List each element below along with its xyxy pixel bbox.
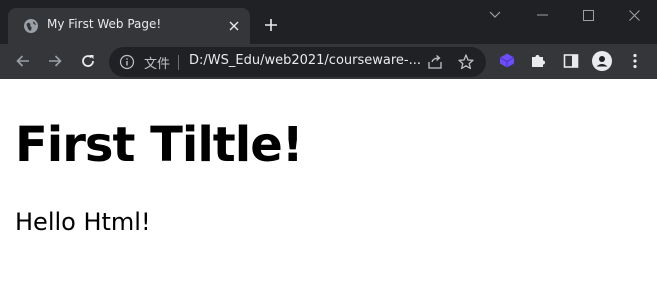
- chevron-down-icon[interactable]: [484, 4, 506, 26]
- globe-icon: [23, 18, 39, 34]
- info-icon[interactable]: [119, 54, 135, 70]
- star-icon[interactable]: [457, 53, 475, 71]
- active-tab[interactable]: My First Web Page!: [8, 8, 250, 44]
- reload-icon[interactable]: [76, 49, 100, 73]
- puzzle-icon[interactable]: [528, 51, 548, 71]
- close-icon[interactable]: [225, 17, 243, 35]
- toolbar: 文件 D:/WS_Edu/web2021/courseware-...: [0, 44, 657, 79]
- site-chip[interactable]: 文件: [144, 53, 170, 72]
- omnibox-separator: [178, 55, 179, 70]
- address-bar[interactable]: 文件 D:/WS_Edu/web2021/courseware-...: [109, 47, 486, 77]
- page-heading: First Tiltle!: [15, 117, 304, 173]
- arrow-forward-icon[interactable]: [43, 49, 67, 73]
- tab-title: My First Web Page!: [47, 17, 162, 31]
- page-paragraph: Hello Html!: [15, 208, 151, 236]
- extension-cube-icon[interactable]: [497, 51, 517, 71]
- minimize-icon[interactable]: [531, 4, 553, 26]
- url-text[interactable]: D:/WS_Edu/web2021/courseware-...: [189, 53, 421, 68]
- arrow-back-icon[interactable]: [11, 49, 35, 73]
- share-icon[interactable]: [426, 53, 444, 71]
- close-window-icon[interactable]: [623, 4, 645, 26]
- more-vert-icon[interactable]: [625, 51, 645, 71]
- tab-strip: My First Web Page!: [0, 0, 657, 44]
- page-content: First Tiltle! Hello Html!: [0, 79, 657, 292]
- new-tab-icon[interactable]: [261, 15, 281, 35]
- sidepanel-icon[interactable]: [561, 51, 581, 71]
- profile-icon[interactable]: [592, 51, 612, 71]
- maximize-icon[interactable]: [577, 4, 599, 26]
